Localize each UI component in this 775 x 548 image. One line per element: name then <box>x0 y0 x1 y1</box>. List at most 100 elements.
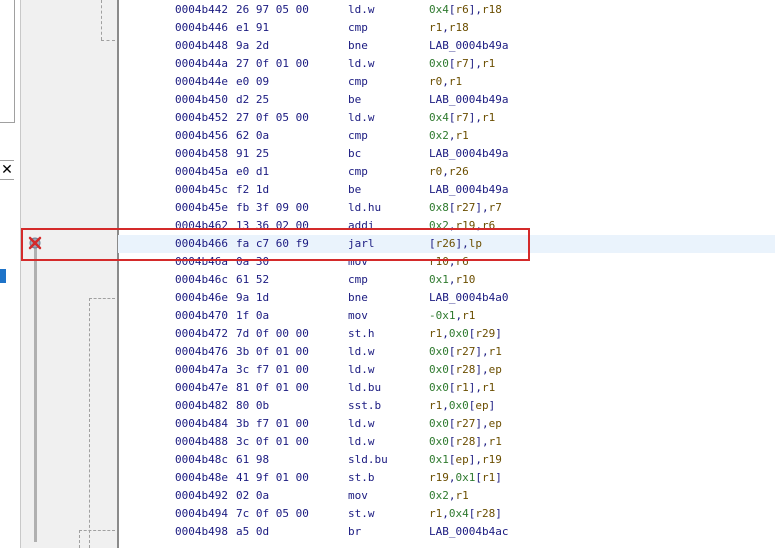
instruction-operands[interactable]: 0x1[ep],r19 <box>429 451 502 469</box>
operand-register[interactable]: r0 <box>429 165 442 178</box>
listing-row[interactable]: 0004b488 3c 0f 01 00 ld.w 0x0[r28],r1 <box>118 433 775 451</box>
instruction-mnemonic[interactable]: ld.w <box>348 361 375 379</box>
instruction-bytes[interactable]: 3b 0f 01 00 <box>236 343 309 361</box>
operand-number[interactable]: 0x0 <box>429 435 449 448</box>
instruction-bytes[interactable]: 41 9f 01 00 <box>236 469 309 487</box>
instruction-address[interactable]: 0004b484 <box>175 415 228 433</box>
listing-row[interactable]: 0004b452 27 0f 05 00 ld.w 0x4[r7],r1 <box>118 109 775 127</box>
operand-label[interactable]: LAB_0004b49a <box>429 147 508 160</box>
instruction-bytes[interactable]: e0 09 <box>236 73 269 91</box>
instruction-address[interactable]: 0004b48c <box>175 451 228 469</box>
instruction-address[interactable]: 0004b44a <box>175 55 228 73</box>
instruction-bytes[interactable]: 02 0a <box>236 487 269 505</box>
instruction-address[interactable]: 0004b47e <box>175 379 228 397</box>
operand-number[interactable]: -0x1 <box>429 309 456 322</box>
instruction-operands[interactable]: 0x0[r27],ep <box>429 415 502 433</box>
listing-row[interactable]: 0004b44a 27 0f 01 00 ld.w 0x0[r7],r1 <box>118 55 775 73</box>
instruction-bytes[interactable]: 9a 2d <box>236 37 269 55</box>
instruction-bytes[interactable]: 7c 0f 05 00 <box>236 505 309 523</box>
listing-row[interactable]: 0004b47e 81 0f 01 00 ld.bu 0x0[r1],r1 <box>118 379 775 397</box>
listing-row[interactable]: 0004b476 3b 0f 01 00 ld.w 0x0[r27],r1 <box>118 343 775 361</box>
instruction-mnemonic[interactable]: ld.w <box>348 343 375 361</box>
instruction-bytes[interactable]: 0a 30 <box>236 253 269 271</box>
side-tab-indicator[interactable] <box>0 269 6 283</box>
instruction-operands[interactable]: r1,0x0[ep] <box>429 397 495 415</box>
listing-row[interactable]: 0004b48c 61 98 sld.bu 0x1[ep],r19 <box>118 451 775 469</box>
instruction-operands[interactable]: 0x0[r7],r1 <box>429 55 495 73</box>
instruction-address[interactable]: 0004b466 <box>175 235 228 253</box>
operand-register[interactable]: r19 <box>429 471 449 484</box>
instruction-mnemonic[interactable]: st.w <box>348 505 375 523</box>
instruction-mnemonic[interactable]: be <box>348 181 361 199</box>
instruction-mnemonic[interactable]: cmp <box>348 163 368 181</box>
gutter-scroll-track[interactable] <box>34 246 37 542</box>
instruction-mnemonic[interactable]: ld.w <box>348 1 375 19</box>
instruction-mnemonic[interactable]: ld.w <box>348 415 375 433</box>
instruction-bytes[interactable]: 7d 0f 00 00 <box>236 325 309 343</box>
instruction-bytes[interactable]: 61 98 <box>236 451 269 469</box>
instruction-address[interactable]: 0004b46c <box>175 271 228 289</box>
listing-row-current[interactable]: 0004b466 fa c7 60 f9 jarl [r26],lp <box>118 235 775 253</box>
instruction-mnemonic[interactable]: ld.w <box>348 55 375 73</box>
operand-register[interactable]: r1 <box>489 345 502 358</box>
listing-row[interactable]: 0004b46c 61 52 cmp 0x1,r10 <box>118 271 775 289</box>
listing-row[interactable]: 0004b446 e1 91 cmp r1,r18 <box>118 19 775 37</box>
breakpoint-disabled-icon[interactable] <box>28 236 42 250</box>
operand-number[interactable]: 0x2 <box>429 129 449 142</box>
operand-register[interactable]: r28 <box>456 435 476 448</box>
listing-row[interactable]: 0004b472 7d 0f 00 00 st.h r1,0x0[r29] <box>118 325 775 343</box>
instruction-address[interactable]: 0004b472 <box>175 325 228 343</box>
instruction-operands[interactable]: r0,r1 <box>429 73 462 91</box>
instruction-operands[interactable]: LAB_0004b49a <box>429 145 508 163</box>
operand-number[interactable]: 0x0 <box>429 345 449 358</box>
listing-row[interactable]: 0004b46a 0a 30 mov r10,r6 <box>118 253 775 271</box>
operand-number[interactable]: 0x0 <box>429 57 449 70</box>
operand-label[interactable]: LAB_0004b4ac <box>429 525 508 538</box>
listing-row[interactable]: 0004b47a 3c f7 01 00 ld.w 0x0[r28],ep <box>118 361 775 379</box>
instruction-operands[interactable]: r1,0x4[r28] <box>429 505 502 523</box>
operand-number[interactable]: 0x1 <box>429 453 449 466</box>
listing-row[interactable]: 0004b492 02 0a mov 0x2,r1 <box>118 487 775 505</box>
instruction-bytes[interactable]: d2 25 <box>236 91 269 109</box>
listing-row[interactable]: 0004b462 13 36 02 00 addi 0x2,r19,r6 <box>118 217 775 235</box>
instruction-mnemonic[interactable]: be <box>348 91 361 109</box>
operand-register[interactable]: ep <box>489 363 502 376</box>
operand-register[interactable]: r1 <box>482 381 495 394</box>
listing-row[interactable]: 0004b456 62 0a cmp 0x2,r1 <box>118 127 775 145</box>
instruction-address[interactable]: 0004b44e <box>175 73 228 91</box>
listing-row[interactable]: 0004b45e fb 3f 09 00 ld.hu 0x8[r27],r7 <box>118 199 775 217</box>
instruction-operands[interactable]: 0x8[r27],r7 <box>429 199 502 217</box>
operand-number[interactable]: 0x0 <box>449 399 469 412</box>
instruction-address[interactable]: 0004b450 <box>175 91 228 109</box>
operand-register[interactable]: r29 <box>475 327 495 340</box>
operand-number[interactable]: 0x1 <box>456 471 476 484</box>
instruction-bytes[interactable]: e0 d1 <box>236 163 269 181</box>
instruction-address[interactable]: 0004b452 <box>175 109 228 127</box>
instruction-operands[interactable]: LAB_0004b4a0 <box>429 289 508 307</box>
operand-register[interactable]: r10 <box>456 273 476 286</box>
operand-number[interactable]: 0x8 <box>429 201 449 214</box>
operand-register[interactable]: r28 <box>475 507 495 520</box>
instruction-bytes[interactable]: a5 0d <box>236 523 269 541</box>
operand-register[interactable]: r10 <box>429 255 449 268</box>
instruction-operands[interactable]: 0x1,r10 <box>429 271 475 289</box>
instruction-bytes[interactable]: 1f 0a <box>236 307 269 325</box>
operand-register[interactable]: r7 <box>456 111 469 124</box>
operand-number[interactable]: 0x4 <box>429 3 449 16</box>
instruction-address[interactable]: 0004b46e <box>175 289 228 307</box>
operand-register[interactable]: r6 <box>456 3 469 16</box>
instruction-operands[interactable]: [r26],lp <box>429 235 482 253</box>
instruction-bytes[interactable]: f2 1d <box>236 181 269 199</box>
instruction-mnemonic[interactable]: cmp <box>348 73 368 91</box>
operand-register[interactable]: r1 <box>429 327 442 340</box>
instruction-address[interactable]: 0004b46a <box>175 253 228 271</box>
operand-register[interactable]: r1 <box>482 471 495 484</box>
operand-number[interactable]: 0x2 <box>429 219 449 232</box>
instruction-bytes[interactable]: fb 3f 09 00 <box>236 199 309 217</box>
instruction-operands[interactable]: 0x0[r28],r1 <box>429 433 502 451</box>
listing-row[interactable]: 0004b482 80 0b sst.b r1,0x0[ep] <box>118 397 775 415</box>
instruction-mnemonic[interactable]: ld.w <box>348 433 375 451</box>
operand-register[interactable]: r18 <box>449 21 469 34</box>
instruction-operands[interactable]: 0x0[r27],r1 <box>429 343 502 361</box>
listing-row[interactable]: 0004b448 9a 2d bne LAB_0004b49a <box>118 37 775 55</box>
